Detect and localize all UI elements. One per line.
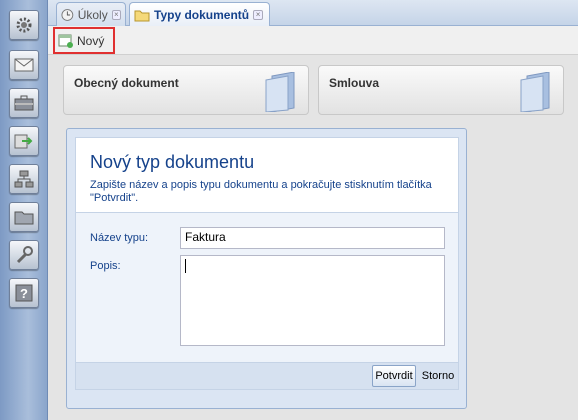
new-document-type-dialog: Nový typ dokumentu Zapište název a popis… <box>66 128 467 409</box>
network-icon <box>14 170 34 188</box>
folder-icon <box>14 211 34 225</box>
sidebar-network-button[interactable] <box>9 164 39 194</box>
mail-icon <box>14 58 34 72</box>
add-document-icon <box>58 34 73 48</box>
folder-icon <box>265 72 295 112</box>
document-type-card[interactable]: Smlouva <box>318 65 564 115</box>
close-icon[interactable]: × <box>111 9 121 20</box>
name-label: Název typu: <box>90 232 149 244</box>
document-type-label: Smlouva <box>329 76 380 90</box>
arrow-right-icon <box>14 134 33 149</box>
briefcase-icon <box>14 95 34 111</box>
document-type-card[interactable]: Obecný dokument <box>63 65 309 115</box>
document-type-label: Obecný dokument <box>74 76 179 90</box>
tab-strip: Úkoly × Typy dokumentů × <box>48 0 578 27</box>
sidebar-arrow-button[interactable] <box>9 126 39 156</box>
sidebar-briefcase-button[interactable] <box>9 88 39 118</box>
toolbar: Nový <box>48 26 578 55</box>
close-icon[interactable]: × <box>253 10 264 20</box>
gear-icon <box>16 17 32 33</box>
folder-icon <box>520 72 550 112</box>
tab-ukoly[interactable]: Úkoly × <box>56 2 126 26</box>
description-textarea[interactable] <box>180 255 445 346</box>
dialog-title: Nový typ dokumentu <box>90 152 255 172</box>
help-icon: ? <box>15 284 33 302</box>
svg-text:?: ? <box>20 286 28 301</box>
name-input[interactable]: Faktura <box>180 227 445 249</box>
tab-typy-dokumentu[interactable]: Typy dokumentů × <box>129 2 270 27</box>
dialog-header: Nový typ dokumentu Zapište název a popis… <box>75 137 459 213</box>
main-area: Obecný dokument Smlouva Nový typ dokumen… <box>48 55 578 420</box>
left-sidebar: ? <box>0 0 48 420</box>
folder-icon <box>134 10 150 21</box>
cancel-button[interactable]: Storno <box>420 365 456 387</box>
sidebar-help-button[interactable]: ? <box>9 278 39 308</box>
wrench-icon <box>16 246 33 264</box>
dialog-description: Zapište název a popis typu dokumentu a p… <box>90 179 432 204</box>
confirm-button[interactable]: Potvrdit <box>372 365 416 387</box>
new-button-label: Nový <box>77 33 105 48</box>
sidebar-wrench-button[interactable] <box>9 240 39 270</box>
tab-typy-dokumentu-label: Typy dokumentů <box>154 8 250 22</box>
sidebar-mail-button[interactable] <box>9 50 39 80</box>
sidebar-gear-button[interactable] <box>9 10 39 40</box>
dialog-footer: Potvrdit Storno <box>75 362 459 390</box>
sidebar-folder-button[interactable] <box>9 202 39 232</box>
new-button[interactable]: Nový <box>53 27 115 54</box>
description-label: Popis: <box>90 260 121 272</box>
dialog-body: Název typu: Faktura Popis: <box>75 213 459 362</box>
text-cursor <box>185 258 186 273</box>
tab-ukoly-label: Úkoly <box>77 7 108 22</box>
clock-icon <box>61 8 74 21</box>
